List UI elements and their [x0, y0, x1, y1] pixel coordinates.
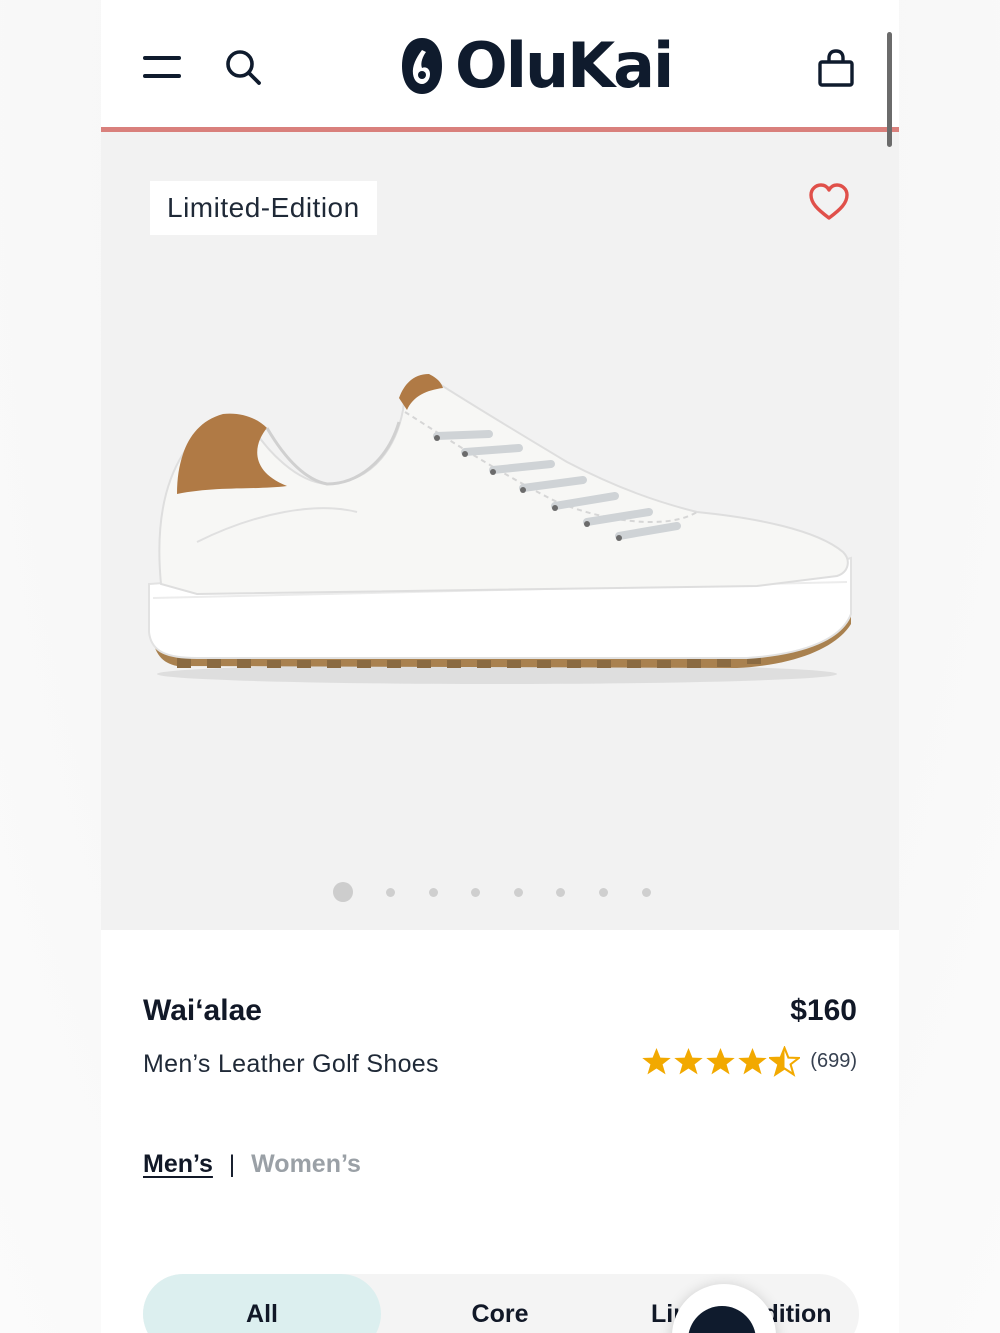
olukai-logo-mark-icon — [402, 38, 442, 94]
filter-all[interactable]: All — [143, 1274, 381, 1333]
carousel-dot-2[interactable] — [386, 887, 396, 897]
site-header: OluKai — [101, 0, 899, 132]
gender-separator: | — [228, 1150, 236, 1178]
star-icon — [642, 1047, 672, 1075]
womens-link[interactable]: Women’s — [251, 1150, 361, 1179]
mens-link[interactable]: Men’s — [143, 1150, 213, 1179]
search-icon[interactable] — [224, 48, 262, 86]
product-name: Wai‘alae — [143, 994, 262, 1027]
carousel-dot-5[interactable] — [513, 887, 523, 897]
star-icon — [706, 1047, 736, 1075]
product-rating[interactable]: (699) — [641, 1046, 857, 1077]
star-rating — [641, 1046, 801, 1077]
product-price: $160 — [790, 994, 857, 1027]
brand-name: OluKai — [455, 29, 674, 102]
phone-screen: OluKai Limited-Edition Wai‘alae $160 Men… — [101, 0, 899, 1333]
review-count: (699) — [810, 1050, 857, 1072]
product-info: Wai‘alae $160 Men’s Leather Golf Shoes (… — [101, 930, 899, 1333]
chat-icon — [688, 1306, 756, 1333]
shopping-bag-icon[interactable] — [817, 48, 855, 88]
half-star-icon — [769, 1046, 801, 1077]
menu-icon[interactable] — [143, 54, 181, 80]
carousel-indicators — [101, 880, 899, 904]
carousel-dot-6[interactable] — [556, 887, 566, 897]
carousel-dot-4[interactable] — [471, 887, 481, 897]
limited-edition-badge: Limited-Edition — [150, 181, 377, 235]
product-image — [148, 374, 852, 684]
product-subtitle: Men’s Leather Golf Shoes — [143, 1050, 439, 1078]
carousel-dot-3[interactable] — [428, 887, 438, 897]
gender-toggle: Men’s | Women’s — [143, 1150, 361, 1179]
star-icon — [674, 1047, 704, 1075]
brand-logo[interactable]: OluKai — [399, 29, 674, 102]
carousel-dot-8[interactable] — [641, 887, 651, 897]
heart-icon[interactable] — [807, 182, 851, 222]
star-icon — [738, 1047, 768, 1075]
carousel-dot-1[interactable] — [332, 882, 353, 902]
carousel-dot-7[interactable] — [599, 887, 609, 897]
filter-core[interactable]: Core — [381, 1274, 619, 1333]
product-image-carousel[interactable]: Limited-Edition — [101, 132, 899, 930]
scrollbar[interactable] — [887, 32, 892, 147]
